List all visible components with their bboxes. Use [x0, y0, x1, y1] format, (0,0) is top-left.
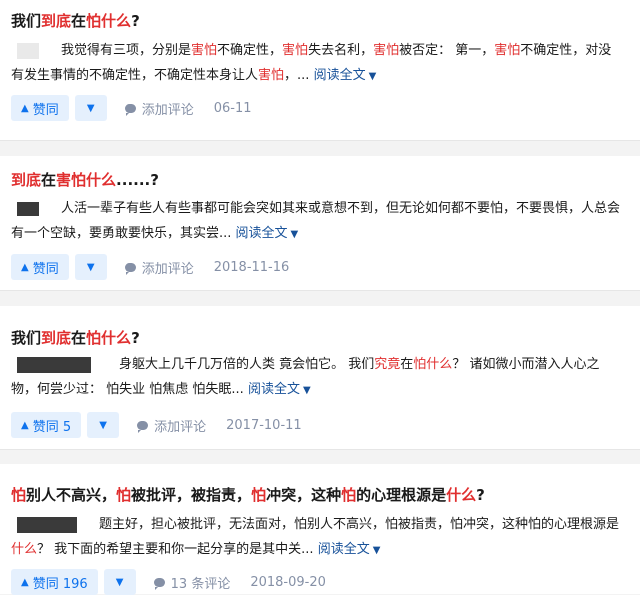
result-excerpt[interactable]: 人活一辈子有些人有些事都可能会突如其来或意想不到，但无论如何都不要怕，不要畏惧，… — [11, 196, 635, 247]
author-avatar[interactable] — [17, 356, 91, 373]
downvote-button[interactable]: ▼ — [74, 95, 107, 121]
action-bar: ▲ 赞同 196 ▼ 13 条评论 2018-09-20 — [11, 569, 326, 595]
result-excerpt[interactable]: 身躯大上几千几万倍的人类 竟会怕它。 我们究竟在怕什么？ 诸如微小而潜入人心之 … — [11, 352, 635, 403]
chevron-down-icon: ▼ — [368, 71, 377, 82]
upvote-button[interactable]: ▲ 赞同 — [11, 254, 69, 280]
search-result-card: 到底在害怕什么......? 人活一辈子有些人有些事都可能会突如其来或意想不到，… — [0, 156, 640, 291]
comment-button[interactable]: 添加评论 — [137, 416, 206, 435]
post-date: 2018-11-16 — [213, 259, 290, 275]
result-title[interactable]: 怕别人不高兴，怕被批评，被指责，怕冲突，这种怕的心理根源是什么? — [11, 485, 485, 505]
triangle-down-icon: ▼ — [86, 261, 95, 273]
search-result-card: 我们到底在怕什么? 我觉得有三项，分别是害怕不确定性，害怕失去名利，害怕被否定：… — [0, 0, 640, 141]
chevron-down-icon: ▼ — [290, 229, 299, 240]
result-title[interactable]: 到底在害怕什么......? — [11, 170, 159, 190]
downvote-button[interactable]: ▼ — [103, 569, 136, 595]
comment-bubble-icon — [137, 420, 149, 433]
post-date: 2018-09-20 — [250, 574, 326, 590]
triangle-up-icon: ▲ — [21, 261, 29, 273]
upvote-button[interactable]: ▲ 赞同 — [11, 95, 69, 121]
triangle-up-icon: ▲ — [21, 576, 29, 588]
result-title[interactable]: 我们到底在怕什么? — [11, 328, 140, 348]
post-date: 06-11 — [213, 100, 252, 116]
comment-button[interactable]: 添加评论 — [124, 258, 194, 277]
post-date: 2017-10-11 — [226, 417, 302, 433]
author-avatar[interactable] — [17, 42, 39, 59]
chevron-down-icon: ▼ — [372, 545, 381, 556]
chevron-down-icon: ▼ — [302, 385, 311, 396]
read-more-link[interactable]: 阅读全文 ▼ — [314, 68, 377, 83]
action-bar: ▲ 赞同 5 ▼ 添加评论 2017-10-11 — [11, 412, 302, 438]
result-excerpt[interactable]: 我觉得有三项，分别是害怕不确定性，害怕失去名利，害怕被否定： 第一，害怕不确定性… — [11, 38, 635, 89]
comment-button[interactable]: 13 条评论 — [153, 573, 230, 592]
upvote-button[interactable]: ▲ 赞同 196 — [11, 569, 98, 595]
comment-bubble-icon — [124, 262, 136, 275]
triangle-down-icon: ▼ — [115, 576, 124, 588]
comment-bubble-icon — [124, 103, 136, 116]
comment-button[interactable]: 添加评论 — [124, 99, 194, 118]
triangle-down-icon: ▼ — [99, 419, 107, 431]
downvote-button[interactable]: ▼ — [87, 412, 120, 438]
search-result-card: 我们到底在怕什么? 身躯大上几千几万倍的人类 竟会怕它。 我们究竟在怕什么？ 诸… — [0, 306, 640, 450]
triangle-up-icon: ▲ — [21, 102, 29, 114]
read-more-link[interactable]: 阅读全文 ▼ — [318, 542, 381, 557]
result-title[interactable]: 我们到底在怕什么? — [11, 11, 140, 31]
comment-bubble-icon — [153, 577, 165, 590]
action-bar: ▲ 赞同 ▼ 添加评论 06-11 — [11, 95, 252, 121]
downvote-button[interactable]: ▼ — [74, 254, 107, 280]
author-avatar[interactable] — [17, 516, 77, 533]
read-more-link[interactable]: 阅读全文 ▼ — [248, 382, 311, 397]
triangle-up-icon: ▲ — [21, 419, 29, 431]
search-result-card: 怕别人不高兴，怕被批评，被指责，怕冲突，这种怕的心理根源是什么? 题主好，担心被… — [0, 464, 640, 595]
read-more-link[interactable]: 阅读全文 ▼ — [236, 226, 299, 241]
triangle-down-icon: ▼ — [86, 102, 95, 114]
action-bar: ▲ 赞同 ▼ 添加评论 2018-11-16 — [11, 254, 289, 280]
upvote-button[interactable]: ▲ 赞同 5 — [11, 412, 82, 438]
author-avatar[interactable] — [17, 201, 39, 216]
result-excerpt[interactable]: 题主好，担心被批评，无法面对，怕别人不高兴，怕被指责，怕冲突，这种怕的心理根源是… — [11, 512, 635, 563]
